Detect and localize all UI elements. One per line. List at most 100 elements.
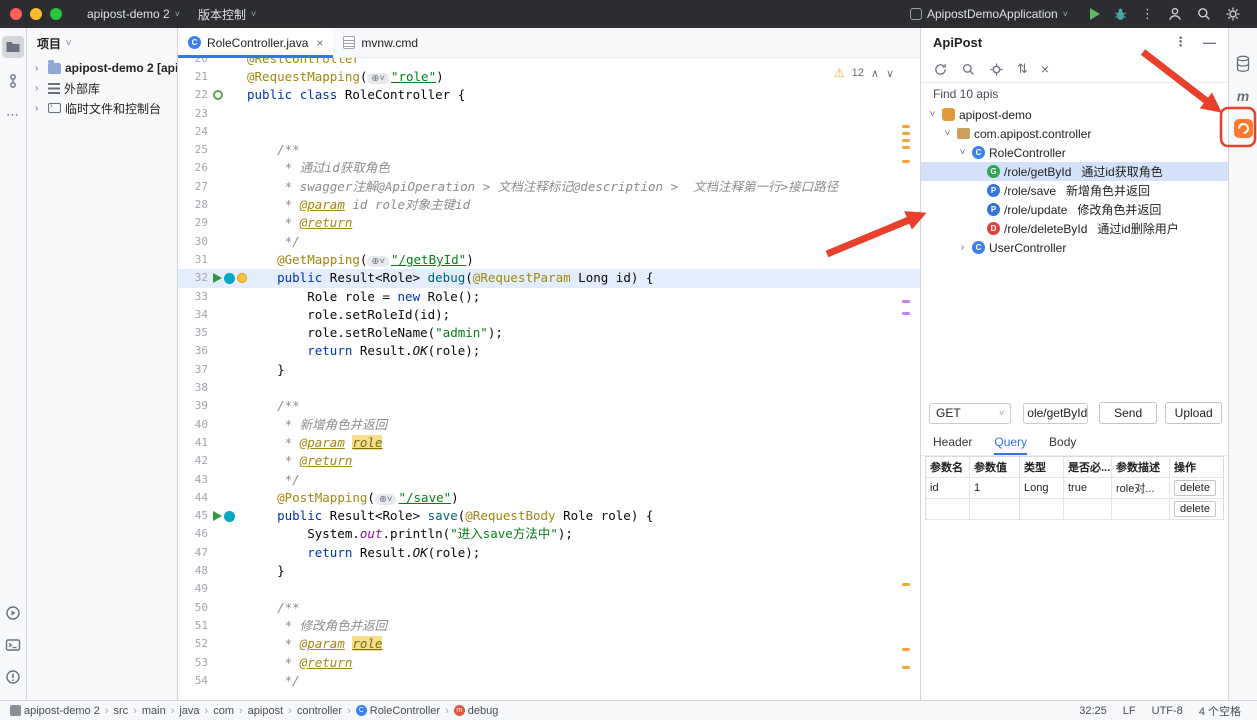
locate-icon[interactable] xyxy=(989,62,1004,77)
hide-panel-button[interactable]: — xyxy=(1203,35,1216,50)
table-cell[interactable] xyxy=(1112,499,1170,519)
run-gutter-icon[interactable] xyxy=(213,273,222,283)
inspection-widget[interactable]: ⚠ 12 ∧ ∨ xyxy=(834,66,894,80)
code-line[interactable]: 32 public Result<Role> debug(@RequestPar… xyxy=(178,269,920,287)
apipost-gutter-icon[interactable] xyxy=(224,273,235,284)
api-tree-item[interactable]: P/role/save新增角色并返回 xyxy=(921,181,1228,200)
request-tab-body[interactable]: Body xyxy=(1049,429,1076,455)
code-line[interactable]: 28 * @param id role对象主键id xyxy=(178,196,920,214)
line-separator[interactable]: LF xyxy=(1123,705,1136,717)
caret-position[interactable]: 32:25 xyxy=(1079,705,1107,717)
prev-problem-icon[interactable]: ∧ xyxy=(871,67,879,80)
code-line[interactable]: 47 return Result.OK(role); xyxy=(178,544,920,562)
project-tree-item[interactable]: ›外部库 xyxy=(27,78,177,98)
search-icon[interactable] xyxy=(1196,6,1212,22)
code-line[interactable]: 37 } xyxy=(178,361,920,379)
refresh-icon[interactable] xyxy=(933,62,948,77)
breadcrumb-item[interactable]: apipost xyxy=(248,705,283,717)
code-line[interactable]: 45 public Result<Role> save(@RequestBody… xyxy=(178,507,920,525)
breadcrumb-item[interactable]: main xyxy=(142,705,166,717)
breadcrumb-item[interactable]: CRoleController xyxy=(356,705,440,717)
code-line[interactable]: 36 return Result.OK(role); xyxy=(178,342,920,360)
tab-mvnw-cmd[interactable]: mvnw.cmd xyxy=(333,28,428,57)
code-line[interactable]: 30 */ xyxy=(178,233,920,251)
send-button[interactable]: Send xyxy=(1099,402,1158,424)
url-input[interactable]: ole/getById xyxy=(1023,403,1088,424)
file-encoding[interactable]: UTF-8 xyxy=(1152,705,1183,717)
request-tab-query[interactable]: Query xyxy=(994,429,1027,455)
breadcrumb-item[interactable]: java xyxy=(179,705,199,717)
more-actions-button[interactable]: ⋮ xyxy=(1141,6,1154,22)
run-gutter-icon[interactable] xyxy=(213,511,222,521)
api-tree-item[interactable]: ˅com.apipost.controller xyxy=(921,124,1228,143)
code-line[interactable]: 42 * @return xyxy=(178,452,920,470)
search-icon[interactable] xyxy=(961,62,976,77)
project-widget-button[interactable]: apipost-demo 2 ˅ xyxy=(78,3,189,25)
code-line[interactable]: 25 /** xyxy=(178,141,920,159)
services-tool-window-button[interactable] xyxy=(2,602,24,624)
breadcrumb-item[interactable]: apipost-demo 2 xyxy=(10,705,100,717)
settings-gear-icon[interactable] xyxy=(1225,6,1241,22)
run-button[interactable] xyxy=(1090,8,1100,20)
intention-bulb-icon[interactable] xyxy=(237,273,247,283)
chevron-icon[interactable]: ˅ xyxy=(942,128,953,139)
code-line[interactable]: 27 * swagger注解@ApiOperation > 文档注释标记@des… xyxy=(178,178,920,196)
more-tool-windows-button[interactable]: ⋯ xyxy=(2,104,24,126)
code-line[interactable]: 21@RequestMapping(⊕˅"role") xyxy=(178,68,920,86)
delete-button[interactable]: delete xyxy=(1174,501,1216,517)
chevron-icon[interactable]: ˅ xyxy=(927,109,938,120)
project-tool-window-button[interactable] xyxy=(2,36,24,58)
chevron-right-icon[interactable]: › xyxy=(35,63,44,74)
api-tree-item[interactable]: P/role/update修改角色并返回 xyxy=(921,200,1228,219)
panel-options-button[interactable]: ⋮ xyxy=(1174,34,1187,50)
code-line[interactable]: 44 @PostMapping(⊕˅"/save") xyxy=(178,489,920,507)
run-configuration-selector[interactable]: ApipostDemoApplication ˅ xyxy=(901,3,1077,25)
table-cell[interactable]: id xyxy=(926,478,970,498)
method-select[interactable]: GET ˅ xyxy=(929,403,1011,424)
debug-bug-icon[interactable] xyxy=(1113,7,1128,22)
code-line[interactable]: 29 * @return xyxy=(178,214,920,232)
vcs-widget-button[interactable]: 版本控制 ˅ xyxy=(189,3,265,25)
code-line[interactable]: 33 Role role = new Role(); xyxy=(178,288,920,306)
indent-style[interactable]: 4 个空格 xyxy=(1199,703,1241,719)
tab-rolecontroller-java[interactable]: CRoleController.java× xyxy=(178,28,333,57)
code-line[interactable]: 50 /** xyxy=(178,599,920,617)
code-line[interactable]: 26 * 通过id获取角色 xyxy=(178,159,920,177)
expand-collapse-icon[interactable]: ⇅ xyxy=(1017,61,1028,77)
maximize-window-button[interactable] xyxy=(50,8,62,20)
table-cell[interactable]: true xyxy=(1064,478,1112,498)
project-panel-header[interactable]: 项目 ˅ xyxy=(27,28,177,58)
problems-tool-window-button[interactable] xyxy=(2,666,24,688)
delete-button[interactable]: delete xyxy=(1174,480,1216,496)
table-cell[interactable]: delete xyxy=(1170,478,1223,498)
request-tab-header[interactable]: Header xyxy=(933,429,972,455)
breadcrumb-item[interactable]: controller xyxy=(297,705,342,717)
breadcrumb-item[interactable]: com xyxy=(213,705,234,717)
code-line[interactable]: 31 @GetMapping(⊕˅"/getById") xyxy=(178,251,920,269)
table-cell[interactable]: delete xyxy=(1170,499,1223,519)
next-problem-icon[interactable]: ∨ xyxy=(886,67,894,80)
chevron-right-icon[interactable]: › xyxy=(35,83,44,94)
table-cell[interactable] xyxy=(926,499,970,519)
code-editor[interactable]: 20@RestController21@RequestMapping(⊕˅"ro… xyxy=(178,58,920,700)
code-line[interactable]: 34 role.setRoleId(id); xyxy=(178,306,920,324)
code-line[interactable]: 38 xyxy=(178,379,920,397)
code-line[interactable]: 22public class RoleController { xyxy=(178,86,920,104)
chevron-icon[interactable]: ˅ xyxy=(957,147,968,158)
code-line[interactable]: 39 /** xyxy=(178,397,920,415)
table-cell[interactable]: 1 xyxy=(970,478,1020,498)
code-line[interactable]: 24 xyxy=(178,123,920,141)
close-panel-icon[interactable]: × xyxy=(1041,61,1049,77)
project-tree-item[interactable]: ›临时文件和控制台 xyxy=(27,98,177,118)
commit-tool-window-button[interactable] xyxy=(2,70,24,92)
apipost-tool-window-button[interactable] xyxy=(1234,119,1253,138)
code-line[interactable]: 51 * 修改角色并返回 xyxy=(178,617,920,635)
upload-button[interactable]: Upload xyxy=(1165,402,1222,424)
table-cell[interactable] xyxy=(1064,499,1112,519)
apipost-gutter-icon[interactable] xyxy=(224,511,235,522)
table-cell[interactable] xyxy=(1020,499,1064,519)
chevron-icon[interactable]: › xyxy=(957,242,968,253)
close-tab-icon[interactable]: × xyxy=(316,36,323,50)
close-window-button[interactable] xyxy=(10,8,22,20)
table-cell[interactable]: Long xyxy=(1020,478,1064,498)
